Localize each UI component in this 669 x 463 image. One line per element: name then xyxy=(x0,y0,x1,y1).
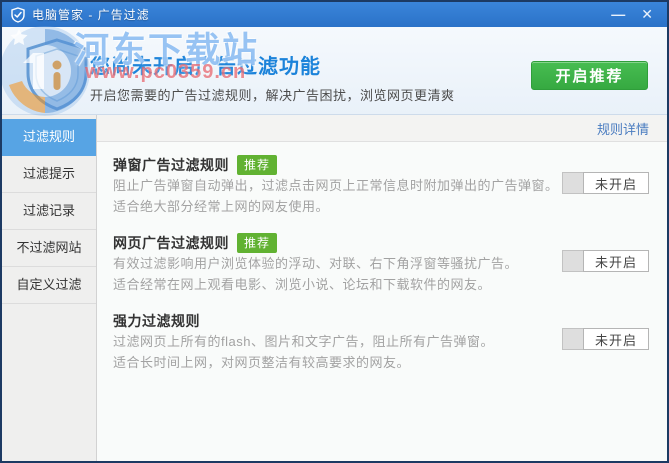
sidebar-item-custom-filter[interactable]: 自定义过滤 xyxy=(2,267,96,304)
banner-heading: 您尚未开启广告过滤功能 xyxy=(90,50,321,79)
shield-guard-icon xyxy=(22,37,92,116)
rule-details-link[interactable]: 规则详情 xyxy=(597,119,649,138)
rule-toggle-switch[interactable]: 未开启 xyxy=(562,172,649,194)
rules-list: 弹窗广告过滤规则 推荐 阻止广告弹窗自动弹出，过滤点击网页上正常信息时附加弹出的… xyxy=(97,142,667,461)
recommended-badge: 推荐 xyxy=(237,155,277,175)
app-window: 电脑管家 - 广告过滤 — ✕ 您尚未开启广告过滤功能 开启您需要的广告过滤规则… xyxy=(0,0,669,463)
rule-toggle-switch[interactable]: 未开启 xyxy=(562,328,649,350)
banner: 您尚未开启广告过滤功能 开启您需要的广告过滤规则，解决广告困扰，浏览网页更清爽 … xyxy=(2,27,667,115)
rule-row-popup-ads: 弹窗广告过滤规则 推荐 阻止广告弹窗自动弹出，过滤点击网页上正常信息时附加弹出的… xyxy=(113,147,649,225)
rule-description-2: 适合经常在网上观看电影、浏览小说、论坛和下载软件的网友。 xyxy=(113,274,649,295)
rule-row-strong-filter: 强力过滤规则 过滤网页上所有的flash、图片和文字广告，阻止所有广告弹窗。 适… xyxy=(113,303,649,381)
window-title: 电脑管家 - 广告过滤 xyxy=(32,6,150,23)
sidebar-item-whitelist-sites[interactable]: 不过滤网站 xyxy=(2,230,96,267)
rule-title: 弹窗广告过滤规则 xyxy=(113,155,229,175)
sidebar-item-filter-rules[interactable]: 过滤规则 xyxy=(2,119,96,156)
toggle-state-label: 未开启 xyxy=(583,172,649,194)
sidebar: 过滤规则 过滤提示 过滤记录 不过滤网站 自定义过滤 xyxy=(2,115,97,461)
banner-subtitle: 开启您需要的广告过滤规则，解决广告困扰，浏览网页更清爽 xyxy=(90,85,455,104)
close-button[interactable]: ✕ xyxy=(641,2,653,27)
toggle-knob[interactable] xyxy=(562,328,583,350)
sidebar-item-filter-tips[interactable]: 过滤提示 xyxy=(2,156,96,193)
rule-row-webpage-ads: 网页广告过滤规则 推荐 有效过滤影响用户浏览体验的浮动、对联、右下角浮窗等骚扰广… xyxy=(113,225,649,303)
rule-description-2: 适合长时间上网，对网页整洁有较高要求的网友。 xyxy=(113,352,649,373)
titlebar: 电脑管家 - 广告过滤 — ✕ xyxy=(2,2,667,27)
shield-check-icon xyxy=(10,7,26,23)
main-panel: 规则详情 弹窗广告过滤规则 推荐 阻止广告弹窗自动弹出，过滤点击网页上正常信息时… xyxy=(97,115,667,461)
enable-recommended-button[interactable]: 开启推荐 xyxy=(531,61,648,90)
recommended-badge: 推荐 xyxy=(237,233,277,253)
minimize-button[interactable]: — xyxy=(611,2,625,27)
rule-description-2: 适合绝大部分经常上网的网友使用。 xyxy=(113,196,649,217)
rule-toggle-switch[interactable]: 未开启 xyxy=(562,250,649,272)
window-controls: — ✕ xyxy=(611,2,659,27)
app-body: 过滤规则 过滤提示 过滤记录 不过滤网站 自定义过滤 规则详情 弹窗广告过滤规则… xyxy=(2,115,667,461)
rule-title: 网页广告过滤规则 xyxy=(113,233,229,253)
sidebar-item-filter-history[interactable]: 过滤记录 xyxy=(2,193,96,230)
toggle-state-label: 未开启 xyxy=(583,250,649,272)
rule-title: 强力过滤规则 xyxy=(113,311,200,331)
toggle-knob[interactable] xyxy=(562,250,583,272)
toggle-knob[interactable] xyxy=(562,172,583,194)
toggle-state-label: 未开启 xyxy=(583,328,649,350)
main-topbar: 规则详情 xyxy=(97,115,667,142)
